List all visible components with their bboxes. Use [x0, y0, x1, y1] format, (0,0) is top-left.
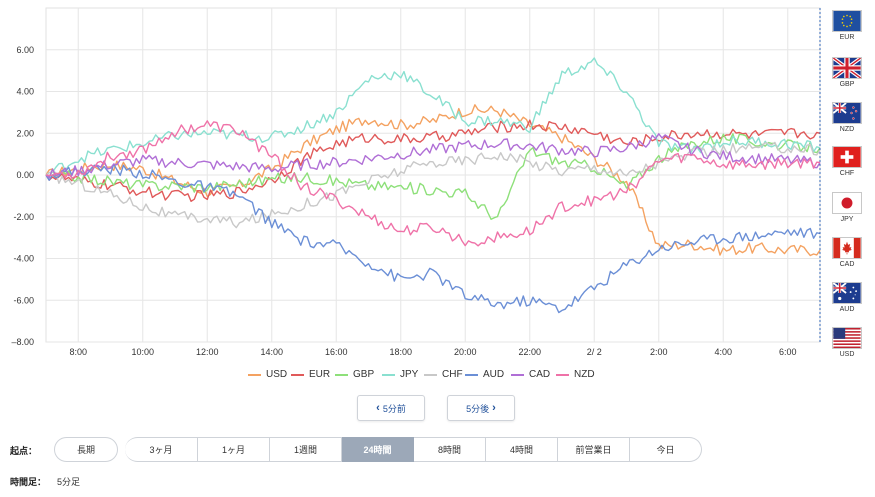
x-tick-label: 20:00 [454, 347, 477, 357]
x-tick-label: 2/ 2 [587, 347, 602, 357]
legend-swatch [335, 373, 348, 376]
legend-label: JPY [400, 369, 419, 380]
next-5min-label: 5分後 [466, 403, 490, 414]
x-tick-label: 8:00 [69, 347, 87, 357]
flag-code: USD [839, 351, 855, 358]
chevron-right-icon: › [492, 401, 496, 414]
flag-code: EUR [839, 34, 855, 41]
legend-label: USD [266, 369, 288, 380]
flag-item-usd[interactable]: USD [823, 325, 871, 365]
legend-item-gbp[interactable]: GBP [335, 369, 374, 380]
legend-label: EUR [309, 369, 331, 380]
legend-label: AUD [483, 369, 505, 380]
start-option-0[interactable]: 3ヶ月 [125, 437, 198, 462]
x-tick-label: 22:00 [518, 347, 541, 357]
x-tick-label: 6:00 [779, 347, 797, 357]
flag-code: JPY [840, 216, 854, 223]
start-label: 起点： [10, 446, 38, 456]
x-tick-label: 18:00 [389, 347, 412, 357]
y-tick-label: 4.00 [16, 87, 34, 97]
start-long-term-button[interactable]: 長期 [54, 437, 118, 462]
legend-item-aud[interactable]: AUD [465, 369, 504, 380]
x-tick-label: 4:00 [714, 347, 732, 357]
flag-item-gbp[interactable]: GBP [823, 55, 871, 95]
y-tick-label: -2.00 [13, 212, 34, 222]
legend-swatch [248, 373, 261, 376]
x-axis-ticks: 8:00 10:00 12:00 14:00 16:00 18:00 20:00 22:00 2… [69, 347, 796, 357]
legend-swatch [291, 373, 304, 376]
prev-5min-label: 5分前 [382, 403, 406, 414]
uk-flag-icon [832, 57, 862, 79]
flag-item-aud[interactable]: AUD [823, 280, 871, 320]
start-option-2[interactable]: 1週間 [270, 437, 342, 462]
next-5min-button[interactable]: 5分後 › [447, 395, 515, 421]
flag-code: GBP [839, 81, 855, 88]
x-tick-label: 2:00 [650, 347, 668, 357]
legend-label: CAD [529, 369, 551, 380]
flag-code: NZD [839, 126, 855, 133]
y-tick-label: -6.00 [13, 295, 34, 305]
x-tick-label: 12:00 [196, 347, 219, 357]
x-tick-label: 14:00 [260, 347, 283, 357]
legend-item-nzd[interactable]: NZD [556, 369, 595, 380]
legend-item-eur[interactable]: EUR [291, 369, 330, 380]
canada-flag-icon [832, 237, 862, 259]
flag-item-chf[interactable]: CHF [823, 144, 871, 184]
flag-code: CHF [839, 170, 855, 177]
flag-code: CAD [839, 261, 855, 268]
chevron-left-icon: ‹ [376, 401, 380, 414]
y-tick-label: -4.00 [13, 254, 34, 264]
interval-label: 時間足： [10, 477, 47, 487]
us-flag-icon [832, 327, 862, 349]
legend-item-usd[interactable]: USD [248, 369, 287, 380]
start-option-5[interactable]: 4時間 [486, 437, 558, 462]
flag-item-cad[interactable]: CAD [823, 235, 871, 275]
start-option-7[interactable]: 今日 [630, 437, 702, 462]
japan-flag-icon [832, 192, 862, 214]
nz-flag-icon [832, 102, 862, 124]
legend-label: NZD [574, 369, 595, 380]
start-option-6[interactable]: 前営業日 [558, 437, 630, 462]
legend-item-cad[interactable]: CAD [511, 369, 550, 380]
legend-swatch [556, 373, 569, 376]
swiss-flag-icon [832, 146, 862, 168]
legend-swatch [465, 373, 478, 376]
y-tick-label: 2.00 [16, 128, 34, 138]
interval-value: 5分足 [57, 477, 81, 487]
flag-item-jpy[interactable]: JPY [823, 190, 871, 230]
y-tick-label: 6.00 [16, 45, 34, 55]
start-option-1[interactable]: 1ヶ月 [198, 437, 270, 462]
legend-swatch [511, 373, 524, 376]
legend-item-chf[interactable]: CHF [424, 369, 463, 380]
legend-label: CHF [442, 369, 463, 380]
legend-label: GBP [353, 369, 375, 380]
start-option-4[interactable]: 8時間 [414, 437, 486, 462]
start-option-3[interactable]: 24時間 [342, 437, 414, 462]
chart-grid [45, 7, 821, 343]
legend-item-jpy[interactable]: JPY [382, 369, 418, 380]
y-axis-ticks: 6.00 4.00 2.00 0.00 -2.00 -4.00 -6.00 –8.00 [11, 45, 34, 347]
flag-code: AUD [839, 306, 855, 313]
fx-strength-chart: 6.00 4.00 2.00 0.00 -2.00 -4.00 -6.00 –8.00 8:0… [11, 7, 821, 357]
y-tick-label: –8.00 [11, 337, 34, 347]
chart-legend: USD EUR GBP JPY CHF AUD CAD NZD [240, 369, 600, 383]
flag-item-eur[interactable]: EUR [823, 8, 871, 48]
y-tick-label: 0.00 [16, 170, 34, 180]
legend-swatch [382, 373, 395, 376]
australia-flag-icon [832, 282, 862, 304]
legend-swatch [424, 373, 437, 376]
flag-item-nzd[interactable]: NZD [823, 100, 871, 140]
x-tick-label: 10:00 [131, 347, 154, 357]
eu-flag-icon [832, 10, 862, 32]
prev-5min-button[interactable]: ‹ 5分前 [357, 395, 425, 421]
x-tick-label: 16:00 [325, 347, 348, 357]
